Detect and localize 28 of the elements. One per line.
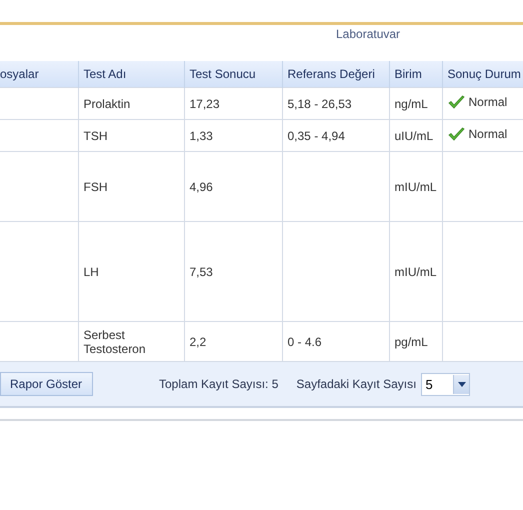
table-cell: Prolaktin	[78, 88, 184, 120]
table-cell: FSH	[78, 152, 184, 222]
table-cell: TSH	[78, 120, 184, 152]
column-header[interactable]: Test Adı	[78, 61, 184, 88]
caret-icon	[458, 382, 466, 386]
column-header[interactable]: Birim	[389, 61, 442, 88]
table-cell: mIU/mL	[389, 222, 442, 322]
table-cell: mIU/mL	[389, 152, 442, 222]
page-size-label: Sayfadaki Kayıt Sayısı	[296, 377, 416, 391]
table-cell: ng/mL	[389, 88, 442, 120]
table-cell: 5,18 - 26,53	[282, 88, 389, 120]
column-header[interactable]: Sonuç Durum	[442, 61, 523, 88]
column-header[interactable]: Referans Değeri	[282, 61, 389, 88]
table-cell: LH	[78, 222, 184, 322]
total-count: Toplam Kayıt Sayısı: 5	[159, 377, 278, 391]
status-text: Normal	[468, 95, 508, 109]
table-cell: 4,96	[184, 152, 282, 222]
table-cell: 7,53	[184, 222, 282, 322]
table-cell: 17,23	[184, 88, 282, 120]
column-header[interactable]: osyalar	[0, 61, 78, 88]
section-title: Laboratuvar	[336, 27, 400, 41]
report-button[interactable]: Rapor Göster	[0, 372, 93, 396]
column-header[interactable]: Test Sonucu	[184, 61, 282, 88]
table-cell: 0,35 - 4,94	[282, 120, 389, 152]
table-cell: 1,33	[184, 120, 282, 152]
table-cell: uIU/mL	[389, 120, 442, 152]
status-text: Normal	[468, 127, 508, 141]
page-size-select[interactable]: 5	[421, 372, 470, 396]
